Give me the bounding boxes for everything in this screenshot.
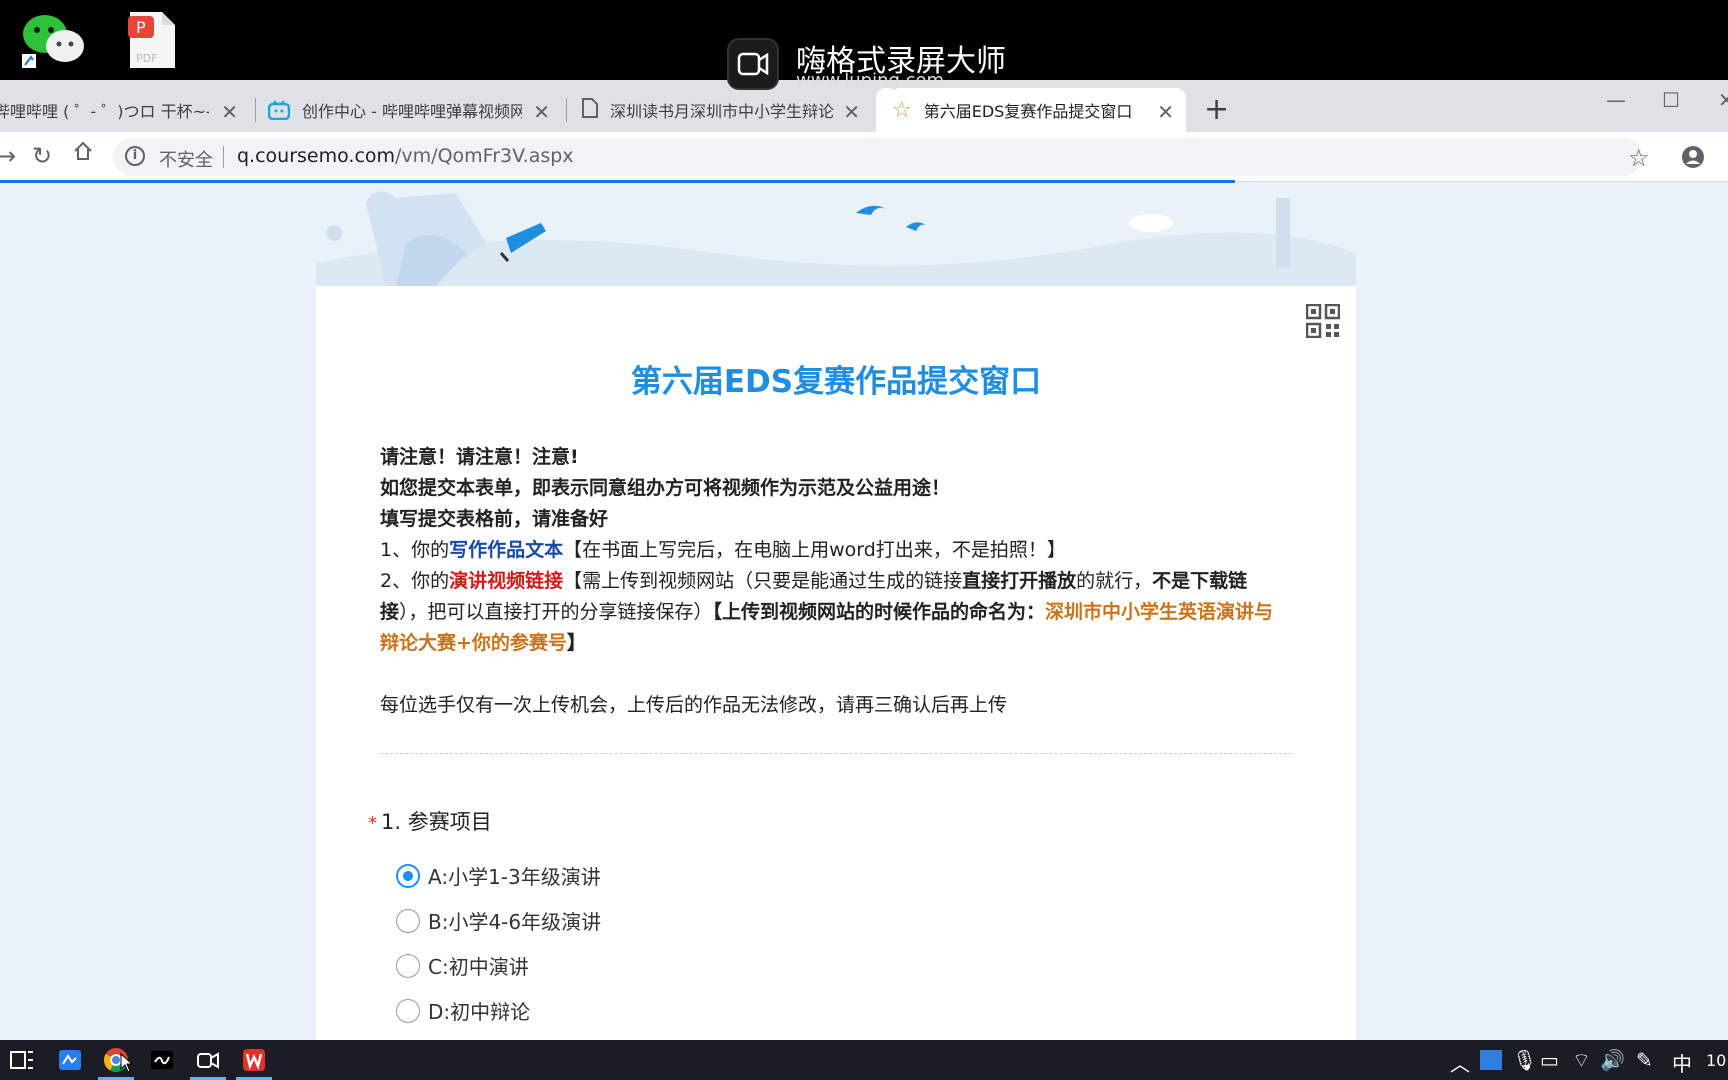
tab-title: 哔哩哔哩 ( ゜- ゜)つロ 干杯~-bilibili [0,102,209,121]
option-a[interactable]: A:小学1-3年级演讲 [396,861,601,890]
notice-bold: 【上传到视频网站的时候作品的命名为： [712,601,1046,623]
tab-separator [255,98,256,122]
microphone-icon[interactable]: 🎙 [1512,1048,1537,1072]
url-separator [223,146,224,168]
audio-app-tray-icon[interactable] [1480,1050,1502,1070]
option-label: B:小学4-6年级演讲 [428,910,602,934]
required-mark: * [368,813,377,834]
chevron-up-icon[interactable]: ︿ [1450,1048,1470,1077]
form-banner-illustration [316,183,1356,286]
close-icon[interactable]: ✕ [533,100,550,124]
forward-icon[interactable]: → [0,142,16,170]
new-tab-button[interactable]: + [1204,92,1229,127]
tab-bilibili-creator[interactable]: 创作中心 - 哔哩哔哩弹幕视频网 ✕ [262,88,562,132]
address-bar[interactable]: i 不安全 q.coursemo.com/vm/QomFr3V.aspx [113,138,1643,176]
browser-toolbar: → ↻ i 不安全 q.coursemo.com/vm/QomFr3V.aspx [0,132,1728,182]
svg-text:P: P [136,18,146,37]
maximize-icon[interactable]: ☐ [1662,88,1680,112]
option-b[interactable]: B:小学4-6年级演讲 [396,906,601,935]
mouse-cursor-icon [120,1052,134,1077]
wps-app-icon[interactable] [240,1046,268,1074]
question-title: 1. 参赛项目 [381,810,492,834]
form-card: 第六届EDS复赛作品提交窗口 请注意！请注意！注意! 如您提交本表单，即表示同意… [316,286,1356,1040]
notice-line: 如您提交本表单，即表示同意组办方可将视频作为示范及公益用途！ [380,477,951,499]
notice-bold: 直接打开播放 [962,570,1077,592]
notice-text: 【需上传到视频网站（只要是能通过生成的链接 [563,570,963,592]
task-view-icon[interactable] [8,1046,36,1074]
notice-text: 1、你的 [380,539,450,561]
tab-shenzhen-reading[interactable]: 深圳读书月深圳市中小学生辩论 ✕ [572,88,872,132]
star-icon: ☆ [892,97,912,123]
page-content: 第六届EDS复赛作品提交窗口 请注意！请注意！注意! 如您提交本表单，即表示同意… [0,183,1728,1040]
bilibili-tv-icon [267,100,291,121]
notice-line: 填写提交表格前，请准备好 [380,508,609,530]
tab-eds-submission[interactable]: ☆ 第六届EDS复赛作品提交窗口 ✕ [876,88,1186,132]
profile-avatar-icon[interactable] [1682,146,1704,168]
terminal-app-icon[interactable] [148,1046,176,1074]
notice-highlight: 写作作品文本 [449,539,564,561]
screen-recorder-logo-icon [727,38,779,90]
window-close-icon[interactable]: ✕ [1718,88,1728,112]
home-icon[interactable] [72,140,94,168]
screen-recorder-url: www.luping.com [796,70,945,91]
question-1-label: * 1. 参赛项目 [368,806,492,836]
volume-icon[interactable]: 🔊 [1600,1048,1625,1072]
feishu-app-icon[interactable] [56,1046,84,1074]
screen: { "desktop": { "recorder_name": "嗨格式录屏大师… [0,0,1728,1080]
form-notice: 请注意！请注意！注意! 如您提交本表单，即表示同意组办方可将视频作为示范及公益用… [380,442,1290,721]
radio-icon[interactable] [396,953,420,978]
url-text[interactable]: q.coursemo.com/vm/QomFr3V.aspx [237,145,574,167]
option-label: D:初中辩论 [428,1000,531,1024]
option-label: C:初中演讲 [428,955,529,979]
screen-recorder-app-icon[interactable] [194,1046,222,1074]
notice-final: 每位选手仅有一次上传机会，上传后的作品无法修改，请再三确认后再上传 [380,694,1008,716]
notice-text: 2、你的 [380,570,450,592]
notice-text: 【在书面上写完后，在电脑上用word打出来，不是拍照！】 [563,539,1066,561]
notice-item-2: 2、你的演讲视频链接【需上传到视频网站（只要是能通过生成的链接直接打开播放的就行… [380,566,1290,659]
notice-text: 的就行， [1076,570,1153,592]
notice-highlight: 演讲视频链接 [449,570,564,592]
svg-text:PDF: PDF [136,52,157,65]
minimize-icon[interactable]: — [1606,88,1626,112]
option-label: A:小学1-3年级演讲 [428,865,601,889]
wifi-icon[interactable]: ⌔ [1572,1048,1591,1073]
option-c[interactable]: C:初中演讲 [396,951,529,980]
close-icon[interactable]: ✕ [221,100,238,124]
ime-indicator[interactable]: 中 [1672,1048,1692,1077]
tab-title: 深圳读书月深圳市中小学生辩论 [610,102,835,121]
radio-selected-icon[interactable] [396,863,420,888]
option-d[interactable]: D:初中辩论 [396,996,530,1025]
url-host: q.coursemo.com [237,145,396,167]
tab-bilibili[interactable]: 哔哩哔哩 ( ゜- ゜)つロ 干杯~-bilibili ✕ [0,88,250,132]
info-icon[interactable]: i [125,146,145,166]
wechat-desktop-icon[interactable] [18,10,88,80]
close-icon[interactable]: ✕ [843,100,860,124]
tab-title: 创作中心 - 哔哩哔哩弹幕视频网 [302,102,522,121]
pdf-desktop-icon[interactable]: P PDF [120,10,190,80]
qr-code-icon[interactable] [1305,303,1341,339]
radio-icon[interactable] [396,908,420,933]
bookmark-star-icon[interactable]: ☆ [1628,144,1650,172]
windows-taskbar: ︿ 🎙 ▭ ⌔ 🔊 ✎ 中 10: [0,1040,1728,1080]
notice-spacer [380,659,1290,690]
reload-icon[interactable]: ↻ [32,142,52,170]
pen-icon[interactable]: ✎ [1636,1048,1653,1072]
close-icon[interactable]: ✕ [1157,100,1174,124]
document-icon [582,98,598,122]
notice-text: ），把可以直接打开的分享链接保存） [399,601,713,623]
tab-title: 第六届EDS复赛作品提交窗口 [923,102,1133,121]
security-label: 不安全 [159,150,213,171]
notice-item-1: 1、你的写作作品文本【在书面上写完后，在电脑上用word打出来，不是拍照！】 [380,535,1290,566]
notice-bold: 】 [566,632,586,654]
clock[interactable]: 10: [1706,1051,1728,1070]
section-divider [380,753,1292,754]
radio-icon[interactable] [396,998,420,1023]
form-title: 第六届EDS复赛作品提交窗口 [630,364,1042,400]
tab-separator [566,98,567,122]
notice-line: 请注意！请注意！注意! [380,446,579,468]
url-path: /vm/QomFr3V.aspx [395,145,574,167]
battery-icon[interactable]: ▭ [1540,1048,1559,1072]
